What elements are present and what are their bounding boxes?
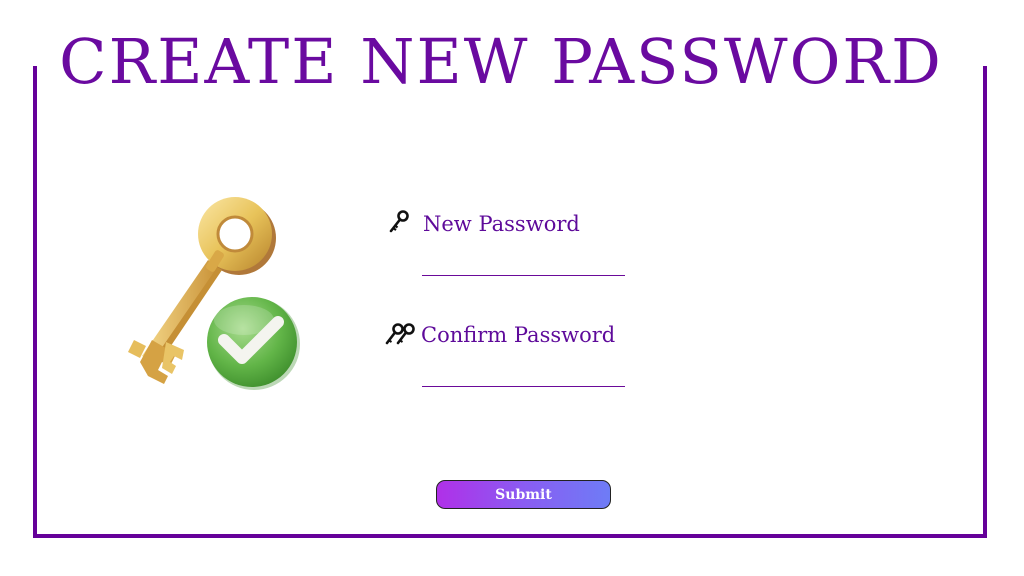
frame-left-border <box>33 66 37 538</box>
golden-key-check-icon <box>118 190 308 390</box>
confirm-password-label: Confirm Password <box>421 323 616 347</box>
keys-icon <box>384 322 416 348</box>
frame-bottom-border <box>33 534 983 538</box>
new-password-label: New Password <box>423 212 580 236</box>
confirm-password-input[interactable] <box>422 358 625 387</box>
submit-button[interactable]: Submit <box>436 480 611 509</box>
frame-right-border <box>983 66 987 538</box>
page-title: CREATE NEW PASSWORD <box>59 25 943 98</box>
new-password-input[interactable] <box>422 247 625 276</box>
key-icon <box>388 210 410 234</box>
